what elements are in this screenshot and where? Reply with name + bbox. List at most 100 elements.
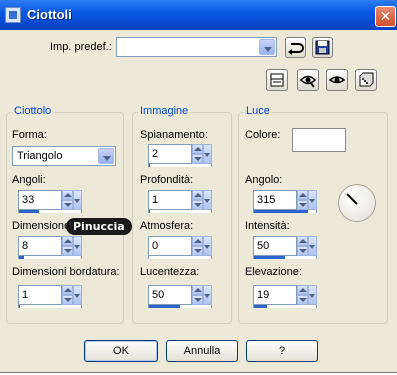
spianamento-label: Spianamento:	[140, 129, 208, 141]
eye-button[interactable]	[326, 69, 348, 91]
slider-dropdown-button[interactable]	[308, 285, 317, 305]
save-icon	[315, 40, 330, 55]
title-bar[interactable]: Ciottoli ✕	[0, 0, 397, 30]
app-icon	[5, 7, 21, 23]
profondita-spinner[interactable]: 1	[148, 190, 212, 213]
dimensione-label: Dimensione	[12, 220, 71, 232]
angolo-spinner[interactable]: 315	[253, 190, 317, 213]
preview-window-icon	[270, 73, 284, 87]
angoli-input[interactable]: 33	[18, 190, 62, 210]
decrement-button[interactable]	[297, 200, 308, 210]
help-button[interactable]: ?	[246, 340, 318, 362]
randomize-dice-icon	[359, 72, 374, 87]
dimensione-spinner[interactable]: 8	[18, 236, 82, 259]
slider-dropdown-button[interactable]	[308, 190, 317, 210]
reset-icon	[288, 43, 304, 55]
decrement-button[interactable]	[62, 246, 73, 256]
slider-dropdown-button[interactable]	[203, 144, 212, 164]
intensita-spinner[interactable]: 50	[253, 236, 317, 259]
chevron-down-icon[interactable]	[98, 148, 114, 164]
lucentezza-spinner[interactable]: 50	[148, 285, 212, 308]
decrement-button[interactable]	[62, 295, 73, 305]
group-luce-title: Luce	[244, 105, 272, 117]
elevazione-input[interactable]: 19	[253, 285, 297, 305]
profondita-label: Profondità:	[140, 174, 194, 186]
watermark-badge: Pinuccia	[66, 218, 132, 235]
intensita-level-bar	[253, 256, 317, 259]
spianamento-spinner[interactable]: 2	[148, 144, 212, 167]
angoli-spinner[interactable]: 33	[18, 190, 82, 213]
profondita-input[interactable]: 1	[148, 190, 192, 210]
group-ciottolo-title: Ciottolo	[12, 105, 54, 117]
intensita-input[interactable]: 50	[253, 236, 297, 256]
slider-dropdown-button[interactable]	[308, 236, 317, 256]
preview-window-button[interactable]	[266, 69, 288, 91]
atmosfera-level-bar	[148, 256, 212, 259]
cancel-button[interactable]: Annulla	[166, 340, 238, 362]
elevazione-level-bar	[253, 305, 317, 308]
ok-button[interactable]: OK	[84, 340, 158, 362]
elevazione-spinner[interactable]: 19	[253, 285, 317, 308]
increment-button[interactable]	[62, 236, 73, 246]
dimensione-level-bar	[18, 256, 82, 259]
slider-dropdown-button[interactable]	[73, 190, 82, 210]
slider-dropdown-button[interactable]	[73, 236, 82, 256]
forma-select[interactable]: Triangolo	[12, 146, 116, 166]
window-title: Ciottoli	[27, 7, 72, 22]
proof-button[interactable]	[297, 69, 319, 91]
chevron-down-icon[interactable]	[259, 39, 275, 55]
lucentezza-label: Lucentezza:	[140, 266, 200, 278]
preset-label: Imp. predef.:	[50, 41, 112, 53]
light-color-swatch[interactable]	[292, 128, 346, 152]
bordatura-spinner[interactable]: 1	[18, 285, 82, 308]
increment-button[interactable]	[192, 285, 203, 295]
slider-dropdown-button[interactable]	[73, 285, 82, 305]
elevazione-label: Elevazione:	[245, 266, 302, 278]
angle-dial[interactable]	[338, 184, 376, 222]
angolo-label: Angolo:	[245, 174, 283, 186]
angolo-input[interactable]: 315	[253, 190, 297, 210]
group-immagine-title: Immagine	[138, 105, 191, 117]
decrement-button[interactable]	[192, 295, 203, 305]
increment-button[interactable]	[62, 285, 73, 295]
eye-icon	[328, 76, 346, 84]
bordatura-label: Dimensioni bordatura:	[12, 266, 120, 278]
decrement-button[interactable]	[192, 246, 203, 256]
randomize-button[interactable]	[355, 69, 377, 91]
angoli-label: Angoli:	[12, 174, 46, 186]
proof-icon	[299, 75, 317, 88]
increment-button[interactable]	[297, 190, 308, 200]
atmosfera-spinner[interactable]: 0	[148, 236, 212, 259]
decrement-button[interactable]	[192, 200, 203, 210]
decrement-button[interactable]	[297, 295, 308, 305]
slider-dropdown-button[interactable]	[203, 236, 212, 256]
forma-label: Forma:	[12, 129, 47, 141]
atmosfera-input[interactable]: 0	[148, 236, 192, 256]
save-preset-button[interactable]	[312, 37, 333, 58]
reset-button[interactable]	[285, 37, 306, 58]
preset-select[interactable]	[116, 37, 277, 57]
colore-label: Colore:	[245, 129, 281, 141]
increment-button[interactable]	[192, 236, 203, 246]
ciottoli-dialog: Ciottoli ✕ Imp. predef.: Ciottolo Forma:…	[0, 0, 397, 373]
bordatura-input[interactable]: 1	[18, 285, 62, 305]
bordatura-level-bar	[18, 305, 82, 308]
dial-needle	[346, 193, 358, 205]
increment-button[interactable]	[62, 190, 73, 200]
dimensione-input[interactable]: 8	[18, 236, 62, 256]
decrement-button[interactable]	[192, 154, 203, 164]
increment-button[interactable]	[192, 144, 203, 154]
decrement-button[interactable]	[62, 200, 73, 210]
profondita-level-bar	[148, 210, 212, 213]
intensita-label: Intensità:	[245, 220, 290, 232]
increment-button[interactable]	[297, 285, 308, 295]
lucentezza-input[interactable]: 50	[148, 285, 192, 305]
increment-button[interactable]	[192, 190, 203, 200]
atmosfera-label: Atmosfera:	[140, 220, 194, 232]
slider-dropdown-button[interactable]	[203, 285, 212, 305]
increment-button[interactable]	[297, 236, 308, 246]
spianamento-input[interactable]: 2	[148, 144, 192, 164]
slider-dropdown-button[interactable]	[203, 190, 212, 210]
close-button[interactable]: ✕	[375, 6, 396, 27]
decrement-button[interactable]	[297, 246, 308, 256]
